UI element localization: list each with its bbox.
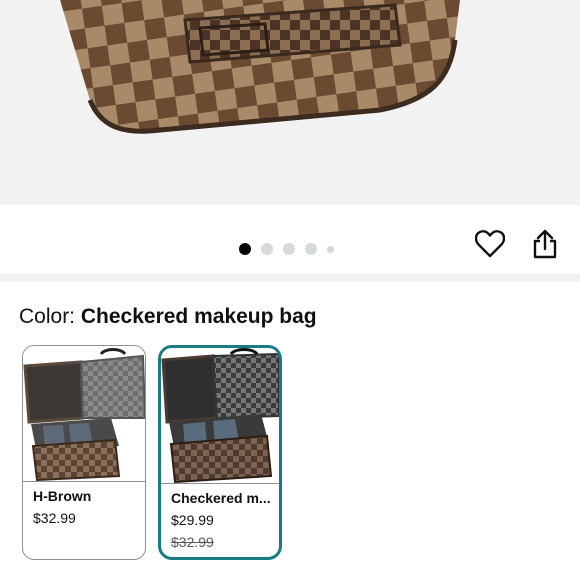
color-selection-heading: Color: Checkered makeup bag	[19, 305, 317, 329]
pager-dot-3[interactable]	[283, 243, 295, 255]
color-swatch-checkered[interactable]: Checkered m... $29.99 $32.99	[158, 345, 282, 560]
swatch-name: H-Brown	[33, 488, 92, 504]
pager-dot-2[interactable]	[261, 243, 273, 255]
color-label: Color:	[19, 305, 76, 328]
color-selected-value: Checkered makeup bag	[80, 305, 317, 328]
pager-dot-4[interactable]	[305, 243, 317, 255]
carousel-pager[interactable]	[239, 243, 334, 255]
swatch-name: Checkered m...	[171, 490, 271, 506]
pager-dot-5[interactable]	[327, 245, 334, 253]
swatch-thumbnail	[23, 346, 145, 482]
share-icon	[533, 229, 557, 259]
favorite-button[interactable]	[474, 228, 506, 260]
share-button[interactable]	[530, 228, 560, 260]
product-image[interactable]	[0, 0, 580, 205]
heart-icon	[475, 230, 505, 258]
checkered-bag-image	[0, 0, 580, 205]
section-divider	[0, 274, 580, 282]
pager-dot-1[interactable]	[239, 243, 251, 255]
swatch-price: $29.99	[171, 512, 214, 528]
swatch-thumbnail	[161, 348, 279, 484]
swatch-price: $32.99	[33, 510, 76, 526]
color-swatch-h-brown[interactable]: H-Brown $32.99	[22, 345, 146, 560]
swatch-list-price: $32.99	[171, 534, 214, 550]
